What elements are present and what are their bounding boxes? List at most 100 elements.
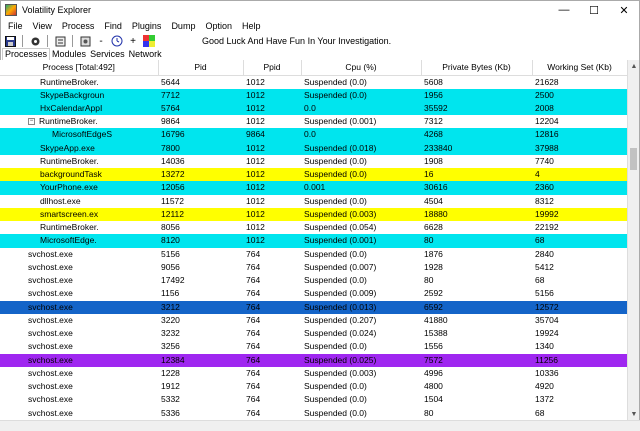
table-row[interactable]: RuntimeBroker. 8056 1012 Suspended (0.054) 6… — [0, 221, 627, 234]
dll-icon[interactable] — [53, 34, 67, 48]
working-set-cell: 1340 — [532, 340, 627, 353]
menu-option[interactable]: Option — [200, 21, 237, 31]
table-row[interactable]: smartscreen.ex 12112 1012 Suspended (0.003)… — [0, 207, 627, 221]
col-ppid-header[interactable]: Ppid — [243, 60, 302, 76]
process-name-cell: svchost.exe — [0, 261, 158, 274]
cpu-cell-text: 0.0 — [304, 102, 316, 113]
clock-icon[interactable] — [110, 34, 124, 48]
ppid-cell-text: 764 — [246, 381, 261, 392]
pid-cell-text: 8056 — [161, 222, 180, 233]
working-set-cell: 4 — [532, 168, 627, 182]
vertical-scrollbar[interactable]: ▲ ▼ — [627, 60, 639, 420]
save-icon[interactable] — [3, 34, 17, 48]
table-row[interactable]: MicrosoftEdgeS 16796 9864 0.0 4268 12816 — [0, 128, 627, 142]
table-row[interactable]: svchost.exe 5156 764 Suspended (0.0) 1876 284… — [0, 248, 627, 261]
scroll-up-icon[interactable]: ▲ — [628, 60, 640, 72]
table-row[interactable]: svchost.exe 9056 764 Suspended (0.007) 1928 5… — [0, 261, 627, 274]
table-row[interactable]: YourPhone.exe 12056 1012 0.001 30616 2360 — [0, 181, 627, 195]
table-row[interactable]: backgroundTask 13272 1012 Suspended (0.0) 16… — [0, 168, 627, 182]
menu-view[interactable]: View — [28, 21, 57, 31]
minus-icon[interactable]: - — [94, 34, 108, 48]
process-name-cell-text: svchost.exe — [28, 367, 73, 378]
pid-cell-text: 7800 — [161, 142, 180, 153]
scroll-down-icon[interactable]: ▼ — [628, 408, 640, 420]
horizontal-scrollbar[interactable] — [0, 420, 640, 431]
process-name-cell-text: svchost.exe — [28, 301, 73, 312]
menu-plugins[interactable]: Plugins — [127, 21, 167, 31]
palette-icon[interactable] — [142, 34, 156, 48]
working-set-cell-text: 21628 — [535, 76, 559, 87]
process-name-cell-text: dllhost.exe — [40, 195, 81, 206]
process-name-cell-text: backgroundTask — [40, 169, 102, 180]
toolbar-separator — [72, 35, 73, 47]
menu-help[interactable]: Help — [237, 21, 266, 31]
tab-processes[interactable]: Processes — [2, 48, 51, 60]
cpu-cell: 0.001 — [301, 181, 421, 195]
process-name-cell: svchost.exe — [0, 353, 158, 367]
table-row[interactable]: svchost.exe 17492 764 Suspended (0.0) 80 68 — [0, 274, 627, 287]
col-process-header[interactable]: Process [Total:492] — [0, 60, 159, 76]
maximize-button[interactable]: ☐ — [579, 1, 609, 19]
private-bytes-cell-text: 80 — [424, 407, 434, 418]
table-row[interactable]: MicrosoftEdge. 8120 1012 Suspended (0.001) 8… — [0, 234, 627, 248]
working-set-cell-text: 7740 — [535, 155, 554, 166]
table-row[interactable]: dllhost.exe 11572 1012 Suspended (0.0) 4504 8… — [0, 195, 627, 208]
process-name-cell-text: SkypeApp.exe — [40, 142, 95, 153]
table-row[interactable]: RuntimeBroker. 14036 1012 Suspended (0.0) 19… — [0, 155, 627, 168]
working-set-cell-text: 4 — [535, 169, 540, 180]
tab-network[interactable]: Network — [127, 49, 164, 60]
menu-process[interactable]: Process — [57, 21, 100, 31]
table-row[interactable]: HxCalendarAppI 5764 1012 0.0 35592 2008 — [0, 101, 627, 115]
ppid-cell-text: 1012 — [246, 76, 265, 87]
pid-cell: 5644 — [158, 75, 243, 89]
ppid-cell: 764 — [243, 248, 301, 261]
table-row[interactable]: SkypeBackgroun 7712 1012 Suspended (0.0) 195… — [0, 88, 627, 102]
working-set-cell-text: 22192 — [535, 222, 559, 233]
cpu-cell: Suspended (0.001) — [301, 115, 421, 128]
pid-cell: 16796 — [158, 128, 243, 142]
working-set-cell-text: 12204 — [535, 116, 559, 127]
menu-dump[interactable]: Dump — [166, 21, 200, 31]
minimize-button[interactable]: — — [549, 1, 579, 19]
table-row[interactable]: svchost.exe 12384 764 Suspended (0.025) 7572… — [0, 353, 627, 367]
gear-icon[interactable] — [28, 34, 42, 48]
process-name-cell: SkypeBackgroun — [0, 88, 158, 102]
close-button[interactable]: ✕ — [609, 1, 639, 19]
table-row[interactable]: svchost.exe 1228 764 Suspended (0.003) 4996 1… — [0, 367, 627, 380]
dump-icon[interactable] — [78, 34, 92, 48]
tab-modules[interactable]: Modules — [50, 49, 88, 60]
table-row[interactable]: svchost.exe 1156 764 Suspended (0.009) 2592 5… — [0, 287, 627, 300]
process-name-cell: svchost.exe — [0, 327, 158, 340]
ppid-cell-text: 1012 — [246, 208, 265, 219]
cpu-cell: Suspended (0.0) — [301, 407, 421, 420]
process-name-cell-text: svchost.exe — [28, 328, 73, 339]
col-pid-header[interactable]: Pid — [158, 60, 244, 76]
tab-services[interactable]: Services — [88, 49, 127, 60]
cpu-cell: Suspended (0.001) — [301, 234, 421, 248]
scroll-thumb[interactable] — [630, 148, 637, 170]
table-row[interactable]: SkypeApp.exe 7800 1012 Suspended (0.018) 233… — [0, 141, 627, 155]
ppid-cell: 1012 — [243, 141, 301, 155]
table-row[interactable]: svchost.exe 5336 764 Suspended (0.0) 80 68 — [0, 407, 627, 420]
pid-cell-text: 3220 — [161, 314, 180, 325]
working-set-cell-text: 5412 — [535, 261, 554, 272]
table-row[interactable]: RuntimeBroker. 5644 1012 Suspended (0.0) 560… — [0, 75, 627, 89]
col-cpu-header[interactable]: Cpu (%) — [301, 60, 422, 76]
ppid-cell-text: 764 — [246, 328, 261, 339]
table-row[interactable]: svchost.exe 3232 764 Suspended (0.024) 15388… — [0, 327, 627, 340]
add-icon[interactable]: + — [126, 34, 140, 48]
col-private-bytes-header[interactable]: Private Bytes (Kb) — [421, 60, 533, 76]
menu-find[interactable]: Find — [99, 21, 127, 31]
table-row[interactable]: svchost.exe 5332 764 Suspended (0.0) 1504 137… — [0, 393, 627, 406]
col-working-set-header[interactable]: Working Set (Kb) — [532, 60, 627, 76]
collapse-icon[interactable]: − — [28, 118, 35, 126]
table-row[interactable]: svchost.exe 3220 764 Suspended (0.207) 41880… — [0, 314, 627, 327]
table-row[interactable]: svchost.exe 3256 764 Suspended (0.0) 1556 134… — [0, 340, 627, 353]
ppid-cell-text: 1012 — [246, 222, 265, 233]
table-row[interactable]: − RuntimeBroker. 9864 1012 Suspended (0.001)… — [0, 115, 627, 128]
menu-file[interactable]: File — [3, 21, 28, 31]
table-row[interactable]: svchost.exe 3212 764 Suspended (0.013) 6592 1… — [0, 300, 627, 314]
table-row[interactable]: svchost.exe 1912 764 Suspended (0.0) 4800 492… — [0, 380, 627, 393]
cpu-cell-text: Suspended (0.003) — [304, 208, 377, 219]
pid-cell-text: 3212 — [161, 301, 180, 312]
